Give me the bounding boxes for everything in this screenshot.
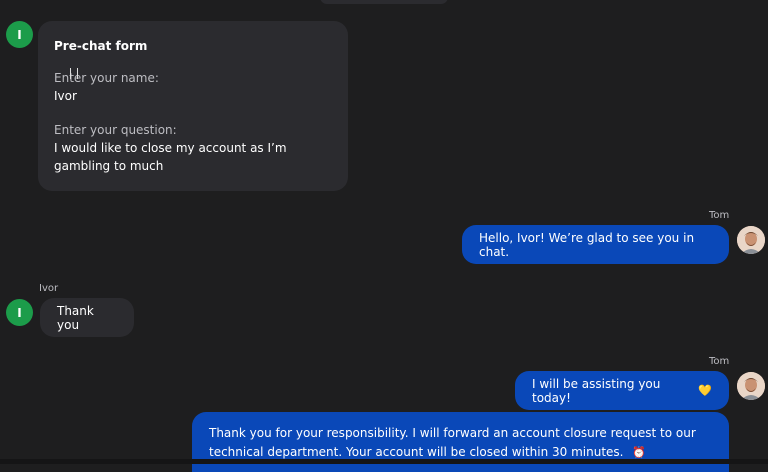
previous-message-bubble bbox=[320, 0, 448, 4]
user-avatar-initial: I bbox=[17, 305, 22, 320]
text-cursor-icon bbox=[70, 68, 78, 79]
question-field-label: Enter your question: bbox=[54, 123, 177, 137]
name-field-value: Ivor bbox=[54, 89, 77, 103]
user-sender-name: Ivor bbox=[39, 283, 59, 294]
agent-avatar bbox=[737, 372, 765, 400]
user-message-bubble: Thank you bbox=[40, 298, 134, 337]
yellow-heart-icon: 💛 bbox=[698, 384, 712, 397]
agent-avatar bbox=[737, 226, 765, 254]
agent-sender-name: Tom bbox=[709, 210, 730, 221]
agent-message-bubble: Hello, Ivor! We’re glad to see you in ch… bbox=[462, 225, 729, 264]
alarm-clock-icon: ⏰ bbox=[632, 446, 647, 459]
prechat-form-title: Pre-chat form bbox=[54, 39, 148, 53]
agent-avatar-icon bbox=[737, 372, 765, 400]
agent-message-text: Thank you for your responsibility. I wil… bbox=[209, 426, 696, 459]
prechat-form-card: Pre-chat form Enter your name: Ivor Ente… bbox=[38, 21, 348, 191]
agent-sender-name: Tom bbox=[709, 356, 730, 367]
agent-avatar-icon bbox=[737, 226, 765, 254]
user-message-text: Thank you bbox=[57, 303, 94, 332]
name-field-label: Enter your name: bbox=[54, 71, 159, 85]
composer-edge bbox=[0, 459, 768, 464]
user-avatar: I bbox=[6, 299, 33, 326]
user-avatar: I bbox=[6, 21, 33, 48]
user-avatar-initial: I bbox=[17, 27, 22, 42]
agent-message-bubble: I will be assisting you today! 💛 bbox=[515, 371, 729, 410]
agent-message-text: I will be assisting you today! bbox=[532, 376, 661, 405]
agent-message-text: Hello, Ivor! We’re glad to see you in ch… bbox=[479, 230, 695, 259]
question-field-value: I would like to close my account as I’m … bbox=[54, 141, 287, 173]
